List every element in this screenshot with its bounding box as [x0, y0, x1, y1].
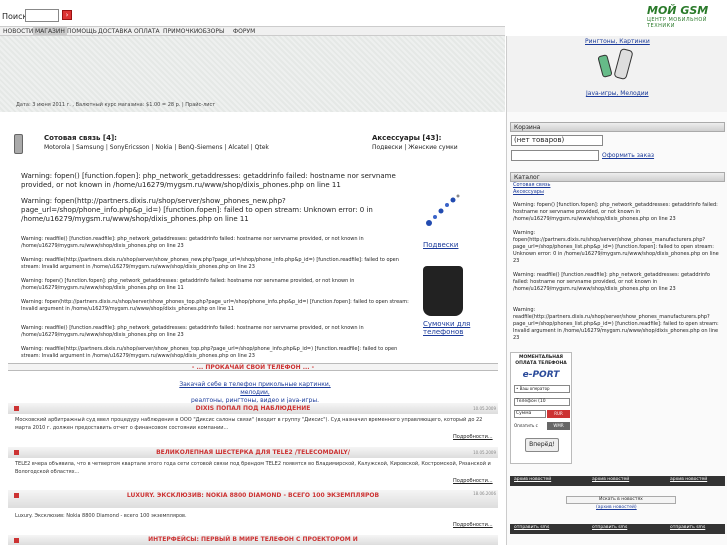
php-warning: Warning: fopen() [function.fopen]: php_n…	[21, 172, 396, 189]
php-warning: Warning: readfile(http://partners.dixis.…	[513, 307, 719, 341]
pay-submit-button[interactable]: Вперёд!	[525, 438, 559, 452]
accessories-category-title: Аксессуары [43]:	[372, 134, 442, 142]
logo-subtitle: ЦЕНТР МОБИЛЬНОЙ ТЕХНИКИ	[647, 17, 708, 29]
sum-field[interactable]: Сумма	[514, 410, 546, 418]
checkout-link[interactable]: Оформить заказ	[602, 152, 654, 159]
catalog-links: Сотовая связь Аксессуары	[513, 182, 550, 196]
news-body: TELE2 вчера объявила, что в четвертом кв…	[15, 461, 491, 475]
payment-widget: МОМЕНТАЛЬНАЯ ОПЛАТА ТЕЛЕФОНА e-PORT • Ва…	[510, 352, 572, 464]
news-archive-bar: архив новостей архив новостей архив ново…	[510, 476, 725, 486]
news-title[interactable]: DIXIS ПОПАЛ ПОД НАБЛЮДЕНИЕ 10.05.2009	[8, 403, 498, 414]
news-headline[interactable]: ВЕЛИКОЛЕПНАЯ ШЕСТЕРКА ДЛЯ TELE2 /TELECOM…	[156, 449, 350, 456]
phone-field[interactable]: Телефон (10	[514, 398, 570, 406]
news-headline[interactable]: ИНТЕРФЕЙСЫ: ПЕРВЫЙ В МИРЕ ТЕЛЕФОН С ПРОЕ…	[148, 536, 358, 543]
pendant-image[interactable]	[423, 191, 463, 231]
currency-select[interactable]: RUR	[547, 410, 570, 418]
news-title[interactable]: ВЕЛИКОЛЕПНАЯ ШЕСТЕРКА ДЛЯ TELE2 /TELECOM…	[8, 447, 498, 458]
cart-summary: (нет товаров)	[511, 135, 603, 146]
bullet-icon	[14, 538, 19, 543]
cart-input[interactable]	[511, 150, 599, 161]
news-body: Московский арбитражный суд ввел процедур…	[15, 417, 483, 431]
catalog-row: Сотовая связь [4]: Motorola | Samsung | …	[8, 132, 498, 154]
news-archive-link[interactable]: (архив новостей)	[596, 505, 637, 510]
php-warning: Warning: readfile(http://partners.dixis.…	[21, 346, 398, 359]
news-archive-link[interactable]: архив новостей	[514, 477, 551, 482]
promo-text: Закачай себе в телефон прикольные картин…	[170, 381, 340, 405]
phone-image	[613, 47, 634, 81]
promo-bar: - ... ПРОКАЧАЙ СВОЙ ТЕЛЕФОН ... -	[8, 363, 498, 371]
search-button[interactable]: ›	[62, 10, 72, 20]
nav-payment[interactable]: ОПЛАТА	[134, 27, 160, 36]
phone-bags-link[interactable]: Сумочки для телефонов	[423, 320, 473, 336]
catalog-link-phones[interactable]: Сотовая связь	[513, 182, 550, 189]
more-link[interactable]: Подробности...	[453, 522, 493, 528]
more-link[interactable]: Подробности...	[453, 478, 493, 484]
ringtones-link[interactable]: Рингтоны, Картинки	[585, 38, 650, 45]
logo-text: МОЙ GSM	[647, 4, 709, 17]
shop-info: Дата: 3 июня 2011 г. , Валютный курс маг…	[16, 102, 216, 108]
nav-help[interactable]: ПОМОЩЬ	[67, 27, 97, 36]
php-warning: Warning: fopen(http://partners.dixis.ru/…	[513, 230, 719, 264]
news-archive-link[interactable]: архив новостей	[670, 477, 707, 482]
phones-category-title: Сотовая связь [4]:	[44, 134, 117, 142]
bullet-icon	[14, 406, 19, 411]
payment-title: МОМЕНТАЛЬНАЯ ОПЛАТА ТЕЛЕФОНА	[515, 355, 567, 366]
send-sms-link[interactable]: отправить sms	[592, 525, 627, 530]
top-bar: Поиск: › МОЙ GSM ЦЕНТР МОБИЛЬНОЙ ТЕХНИКИ	[0, 0, 727, 29]
sms-bar: отправить sms отправить sms отправить sm…	[510, 524, 725, 534]
phone-image	[597, 54, 613, 78]
cellphone-icon	[14, 134, 23, 154]
main-nav: НОВОСТИ МАГАЗИН ПОМОЩЬ ДОСТАВКА ОПЛАТА П…	[0, 26, 505, 36]
news-title[interactable]: LUXURY. ЭКСКЛЮЗИВ: NOKIA 8800 DIAMOND - …	[8, 490, 498, 508]
nav-extras[interactable]: ПРИМОЧКИ	[163, 27, 198, 36]
news-title[interactable]: ИНТЕРФЕЙСЫ: ПЕРВЫЙ В МИРЕ ТЕЛЕФОН С ПРОЕ…	[8, 535, 498, 545]
news-search-input[interactable]: Искать в новостях	[566, 496, 676, 504]
php-warning: Warning: fopen() [function.fopen]: php_n…	[21, 278, 355, 291]
news-headline[interactable]: LUXURY. ЭКСКЛЮЗИВ: NOKIA 8800 DIAMOND - …	[127, 492, 379, 499]
phone-bag-image[interactable]	[423, 266, 463, 316]
php-warning: Warning: fopen(http://partners.dixis.ru/…	[21, 197, 373, 223]
news-date: 10.05.2009	[473, 406, 496, 411]
php-warning: Warning: fopen(http://partners.dixis.ru/…	[21, 299, 409, 312]
php-warning: Warning: readfile() [function.readfile]:…	[21, 236, 364, 249]
ringtones-banner: Рингтоны, Картинки Java-игры, Мелодии	[506, 36, 727, 112]
news-date: 18.06.2006	[473, 491, 496, 496]
wallet-select[interactable]: WMR	[547, 422, 570, 430]
nav-reviews[interactable]: ОБЗОРЫ	[198, 27, 224, 36]
pendants-link[interactable]: Подвески	[423, 241, 458, 249]
news-headline[interactable]: DIXIS ПОПАЛ ПОД НАБЛЮДЕНИЕ	[196, 405, 311, 412]
operator-select[interactable]: • Ваш оператор	[514, 385, 570, 393]
nav-news[interactable]: НОВОСТИ	[3, 27, 33, 36]
java-games-link[interactable]: Java-игры, Мелодии	[586, 90, 649, 97]
accessories-links[interactable]: Подвески | Женские сумки	[372, 144, 458, 151]
phone-brands-links[interactable]: Motorola | Samsung | SonyEricsson | Noki…	[44, 144, 269, 151]
search-input[interactable]	[25, 9, 59, 22]
php-warning: Warning: fopen() [function.fopen]: php_n…	[513, 202, 718, 222]
catalog-header: Каталог	[510, 172, 725, 182]
nav-forum[interactable]: ФОРУМ	[233, 27, 255, 36]
news-archive-link[interactable]: архив новостей	[592, 477, 629, 482]
promo-line-1[interactable]: Закачай себе в телефон прикольные картин…	[170, 381, 340, 397]
cart-header: Корзина	[510, 122, 725, 132]
right-column: Корзина (нет товаров) Оформить заказ Кат…	[506, 112, 727, 545]
pay-with-label: Оплатить с	[514, 423, 538, 428]
php-warning: Warning: readfile() [function.readfile]:…	[21, 325, 364, 338]
nav-shop[interactable]: МАГАЗИН	[33, 27, 67, 36]
news-body: Luxury. Эксклюзив: Nokia 8800 Diamond - …	[15, 513, 187, 519]
send-sms-link[interactable]: отправить sms	[514, 525, 549, 530]
bullet-icon	[14, 450, 19, 455]
site-logo[interactable]: МОЙ GSM ЦЕНТР МОБИЛЬНОЙ ТЕХНИКИ	[647, 4, 713, 29]
news-date: 10.05.2009	[473, 450, 496, 455]
more-link[interactable]: Подробности...	[453, 434, 493, 440]
php-warning: Warning: readfile() [function.readfile]:…	[513, 272, 710, 292]
nav-delivery[interactable]: ДОСТАВКА	[98, 27, 132, 36]
php-warning: Warning: readfile(http://partners.dixis.…	[21, 257, 399, 270]
bullet-icon	[14, 493, 19, 498]
send-sms-link[interactable]: отправить sms	[670, 525, 705, 530]
eport-logo: e-PORT	[522, 370, 560, 380]
header-banner: Дата: 3 июня 2011 г. , Валютный курс маг…	[0, 36, 505, 112]
catalog-link-accessories[interactable]: Аксессуары	[513, 189, 550, 196]
